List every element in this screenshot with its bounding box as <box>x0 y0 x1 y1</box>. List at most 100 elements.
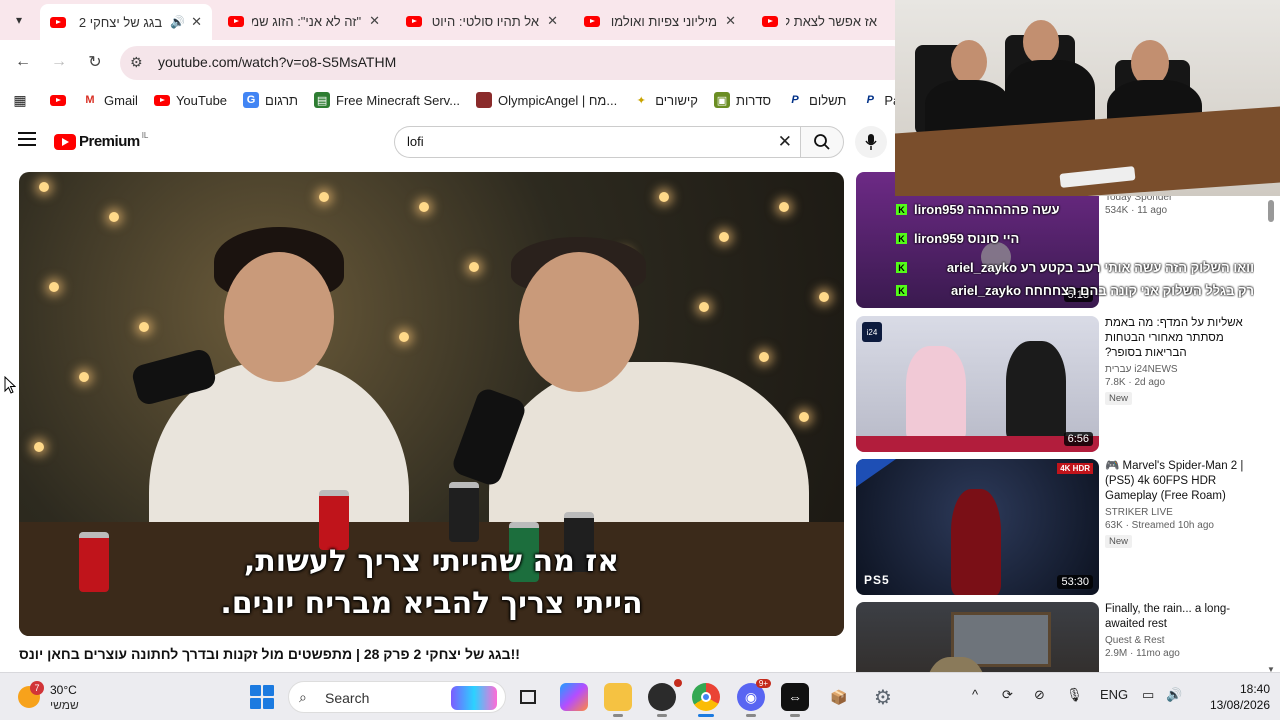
bookmark-series[interactable]: ▣ סדרות <box>713 92 771 108</box>
channel-name: i24NEWS עברית <box>1105 364 1178 375</box>
site-info-icon[interactable]: ⚙ <box>130 54 143 71</box>
recommendation-item[interactable]: Finally, the rain... a long-awaited rest… <box>856 602 1266 672</box>
clear-search-icon[interactable]: ✕ <box>778 132 792 152</box>
tab-search-button[interactable]: ▾ <box>6 7 32 33</box>
head-right <box>519 252 639 392</box>
voice-search-button[interactable] <box>855 126 887 158</box>
file-explorer-icon[interactable] <box>604 683 632 717</box>
tab-2[interactable]: "זה לא אני": הזוג שמ ✕ <box>218 6 390 36</box>
bookmark-olympicangel[interactable]: OlympicAngel | מח... <box>476 92 617 108</box>
speaker-icon[interactable]: 🔊 <box>170 15 185 29</box>
sync-icon[interactable]: ⟳ <box>1002 687 1013 703</box>
input-language[interactable]: ENG <box>1100 687 1128 702</box>
volume-icon[interactable]: 🔊 <box>1166 687 1182 703</box>
bookmark-gmail[interactable]: M Gmail <box>82 92 138 108</box>
arrow-left-icon: ← <box>15 53 31 70</box>
forward-button[interactable]: → <box>47 50 71 74</box>
davinci-resolve-icon[interactable] <box>648 679 682 717</box>
back-button[interactable]: ← <box>11 50 35 74</box>
task-view-icon[interactable] <box>514 683 542 711</box>
bookmark-label: Free Minecraft Serv... <box>336 92 461 108</box>
address-bar[interactable]: ⚙ youtube.com/watch?v=o8-S5MsATHM <box>120 46 910 80</box>
bookmark-label: תרגום <box>265 92 299 108</box>
video-duration: 6:56 <box>1063 432 1093 446</box>
start-button[interactable] <box>250 685 274 709</box>
drink-can <box>319 490 349 550</box>
apps-button[interactable]: ▦ <box>12 92 34 108</box>
bookmark-youtube[interactable]: YouTube <box>153 92 228 108</box>
search-icon <box>814 134 830 150</box>
recommendation-item[interactable]: i24 6:56 אשליות על המדף: מה באמת מסתתר מ… <box>856 316 1266 454</box>
menu-icon[interactable] <box>18 132 36 146</box>
video-thumbnail[interactable]: i24 6:56 <box>856 316 1099 452</box>
video-thumbnail[interactable] <box>856 602 1099 672</box>
recommendation-item[interactable]: 4K HDR PS5 53:30 🎮 Marvel's Spider-Man 2… <box>856 459 1266 597</box>
tab-3[interactable]: אל תהיו סולטי: היוט ✕ <box>396 6 568 36</box>
scrollbar-thumb[interactable] <box>1268 200 1274 222</box>
bookmark-label: YouTube <box>175 92 228 108</box>
discord-badge: 9+ <box>755 679 771 688</box>
reload-button[interactable]: ↻ <box>83 50 107 74</box>
tab-5[interactable]: אז אפשר לצאת לפנ <box>752 6 895 36</box>
search-input[interactable]: lofi ✕ <box>394 126 800 158</box>
translate-icon: G <box>243 92 260 108</box>
weather-widget[interactable]: 7 30°C שמשי <box>18 681 128 713</box>
sidebar-scrollbar[interactable]: ▼ <box>1267 196 1275 674</box>
paypal-icon: P <box>791 94 799 106</box>
clock-time: 18:40 <box>1239 682 1270 696</box>
kick-icon: K <box>896 262 907 273</box>
browser-window: ▾ בגג של יצחקי 2 🔊 ✕ "זה לא אני": הזוג ש… <box>0 0 1280 720</box>
ps5-logo: PS5 <box>864 573 890 587</box>
youtube-premium-logo[interactable]: Premium IL <box>54 131 148 150</box>
chat-message: וואו השלוק הזה עשה אותי רעב בקטע רע arie… <box>946 260 1254 275</box>
video-player[interactable]: אז מה שהייתי צריך לעשות, הייתי צריך להבי… <box>19 172 844 636</box>
teamviewer-icon[interactable]: ⇔ <box>781 683 809 717</box>
close-tab-icon[interactable]: ✕ <box>725 13 736 29</box>
tab-1[interactable]: בגג של יצחקי 2 🔊 ✕ <box>40 4 212 40</box>
i24-logo: i24 <box>862 322 882 342</box>
new-badge: New <box>1105 392 1133 405</box>
close-tab-icon[interactable]: ✕ <box>369 13 380 29</box>
display-icon[interactable]: ▭ <box>1142 687 1154 703</box>
4k-hdr-badge: 4K HDR <box>1057 463 1093 474</box>
bookmark-translate[interactable]: G תרגום <box>243 92 298 108</box>
video-duration: 53:30 <box>1057 575 1093 589</box>
bookmark-youtube-blank[interactable] <box>50 94 66 106</box>
system-clock[interactable]: 18:40 13/08/2026 <box>1196 681 1270 713</box>
weather-condition: שמשי <box>50 698 79 712</box>
mouse-cursor-icon <box>4 376 16 394</box>
chrome-icon[interactable] <box>692 683 720 717</box>
taskbar-search[interactable]: ⌕ Search <box>288 681 506 713</box>
network-off-icon[interactable]: ⊘ <box>1034 687 1045 703</box>
show-hidden-icons-chevron-icon[interactable]: ^ <box>972 687 978 702</box>
bookmark-minecraft[interactable]: ▤ Free Minecraft Serv... <box>314 92 460 108</box>
weather-temperature: 30°C <box>50 683 77 697</box>
video-stats: 7.8K · 2d ago <box>1105 377 1166 388</box>
package-icon[interactable]: 📦 <box>825 683 853 711</box>
discord-icon[interactable]: ◉ 9+ <box>737 679 771 717</box>
search-button[interactable] <box>800 126 844 158</box>
close-tab-icon[interactable]: ✕ <box>191 14 202 30</box>
bookmark-label: Gmail <box>104 92 138 108</box>
channel-name: STRIKER LIVE <box>1105 507 1173 518</box>
tab-4[interactable]: מיליוני צפיות ואולמו ✕ <box>574 6 746 36</box>
bookmark-payment[interactable]: P תשלום <box>787 92 846 108</box>
video-title: Finally, the rain... a long-awaited rest <box>1105 603 1231 630</box>
recommendations-list: 5:13 Today Sponder 534K · 11 ago K עשה פ… <box>856 172 1266 672</box>
search-icon: ⌕ <box>299 689 307 705</box>
subtitle-line-1: אז מה שהייתי צריך לעשות, <box>243 544 620 579</box>
bookmark-links[interactable]: ✦ קישורים <box>633 92 698 108</box>
drink-can <box>449 482 479 542</box>
video-meta: Finally, the rain... a long-awaited rest… <box>1105 602 1260 659</box>
youtube-favicon-icon <box>762 15 778 27</box>
copilot-icon[interactable] <box>560 683 588 711</box>
video-meta: 🎮 Marvel's Spider-Man 2 | (PS5) 4k 60FPS… <box>1105 459 1260 549</box>
tab-title: בגג של יצחקי 2 <box>78 14 163 30</box>
video-thumbnail[interactable]: 4K HDR PS5 53:30 <box>856 459 1099 595</box>
youtube-favicon-icon <box>228 15 244 27</box>
youtube-favicon-icon <box>50 16 66 28</box>
close-tab-icon[interactable]: ✕ <box>547 13 558 29</box>
microphone-icon[interactable]: 🎙 <box>1066 687 1083 703</box>
video-stats: 534K · 11 ago <box>1105 205 1168 216</box>
settings-gear-icon[interactable]: ⚙ <box>869 683 897 711</box>
